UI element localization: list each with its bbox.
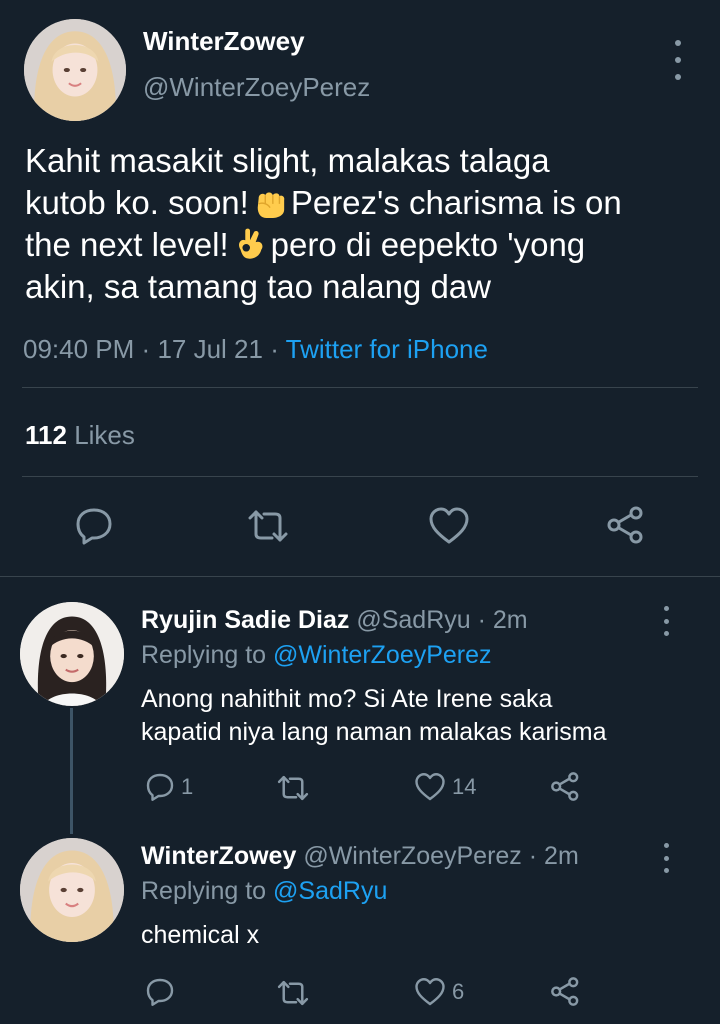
reply-button[interactable]: 1 [145, 772, 193, 802]
author-avatar[interactable] [24, 19, 126, 121]
reply-time: 2m [544, 842, 579, 870]
tweet-date: 17 Jul 21 [157, 334, 263, 364]
reply-text: Anong nahithit mo? Si Ate Irene saka kap… [141, 683, 701, 749]
reply-header: Ryujin Sadie Diaz @SadRyu · 2m [141, 606, 528, 635]
likes-count: 112 [25, 420, 67, 450]
share-button[interactable] [550, 976, 581, 1007]
more-options-icon[interactable] [668, 40, 688, 80]
divider [22, 476, 698, 477]
author-name[interactable]: WinterZowey [143, 26, 305, 57]
ok-hand-emoji-icon [233, 227, 267, 261]
share-icon[interactable] [606, 505, 646, 545]
like-button[interactable]: 6 [414, 977, 464, 1007]
like-icon[interactable] [428, 506, 470, 546]
meta-separator: · [477, 606, 486, 634]
reply-count: 1 [181, 774, 194, 799]
retweet-button[interactable] [276, 979, 310, 1007]
more-options-icon[interactable] [656, 843, 676, 873]
retweet-icon[interactable] [246, 508, 290, 544]
meta-separator: · [270, 334, 279, 364]
reply-button[interactable] [145, 977, 175, 1007]
reply-text-line: Anong nahithit mo? Si Ate Irene saka [141, 685, 553, 713]
retweet-button[interactable] [276, 774, 310, 802]
reply-text: chemical x [141, 919, 701, 952]
tweet-text-line: Kahit masakit slight, malakas talaga [25, 142, 550, 179]
replying-to: Replying to @WinterZoeyPerez [141, 641, 492, 670]
likes-summary[interactable]: 112 Likes [25, 420, 135, 451]
reply-author-name[interactable]: Ryujin Sadie Diaz [141, 606, 349, 634]
tweet-time: 09:40 PM [23, 334, 135, 364]
meta-separator: · [141, 334, 151, 364]
tweet-source-link[interactable]: Twitter for iPhone [286, 334, 488, 364]
reply-text-line: kapatid niya lang naman malakas karisma [141, 718, 607, 746]
tweet-meta: 09:40 PM · 17 Jul 21 · Twitter for iPhon… [23, 334, 488, 365]
like-count: 14 [452, 774, 477, 799]
thread-connector [70, 708, 73, 834]
reply-avatar[interactable] [20, 838, 124, 942]
share-button[interactable] [550, 771, 581, 802]
like-button[interactable]: 14 [414, 772, 476, 802]
tweet-text-line: pero di eepekto 'yong [270, 226, 586, 263]
more-options-icon[interactable] [656, 606, 676, 636]
reply-time: 2m [492, 606, 528, 634]
tweet-text: Kahit masakit slight, malakas talaga kut… [25, 140, 705, 308]
reply-header: WinterZowey @WinterZoeyPerez · 2m [141, 842, 579, 871]
tweet-text-line: akin, sa tamang tao nalang daw [25, 268, 491, 305]
reply-author-name[interactable]: WinterZowey [141, 842, 296, 870]
reply-icon[interactable] [74, 506, 114, 546]
like-count: 6 [452, 979, 465, 1004]
meta-separator: · [528, 842, 538, 870]
replying-to-label: Replying to [141, 877, 267, 905]
tweet-text-line: Perez's charisma is on [290, 184, 622, 221]
raised-fist-emoji-icon [253, 185, 287, 219]
likes-label: Likes [74, 420, 135, 450]
replying-to-handle[interactable]: @SadRyu [273, 877, 387, 905]
tweet-text-line: kutob ko. soon! [25, 184, 249, 221]
replying-to-handle[interactable]: @WinterZoeyPerez [273, 641, 492, 669]
reply-text-line: chemical x [141, 921, 260, 949]
replying-to: Replying to @SadRyu [141, 877, 387, 906]
author-handle[interactable]: @WinterZoeyPerez [143, 72, 370, 103]
tweet-text-line: the next level! [25, 226, 229, 263]
reply-author-handle[interactable]: @SadRyu [356, 606, 470, 634]
divider [22, 387, 698, 388]
replying-to-label: Replying to [141, 641, 267, 669]
reply-author-handle[interactable]: @WinterZoeyPerez [303, 842, 522, 870]
divider [0, 576, 720, 577]
reply-avatar[interactable] [20, 602, 124, 706]
